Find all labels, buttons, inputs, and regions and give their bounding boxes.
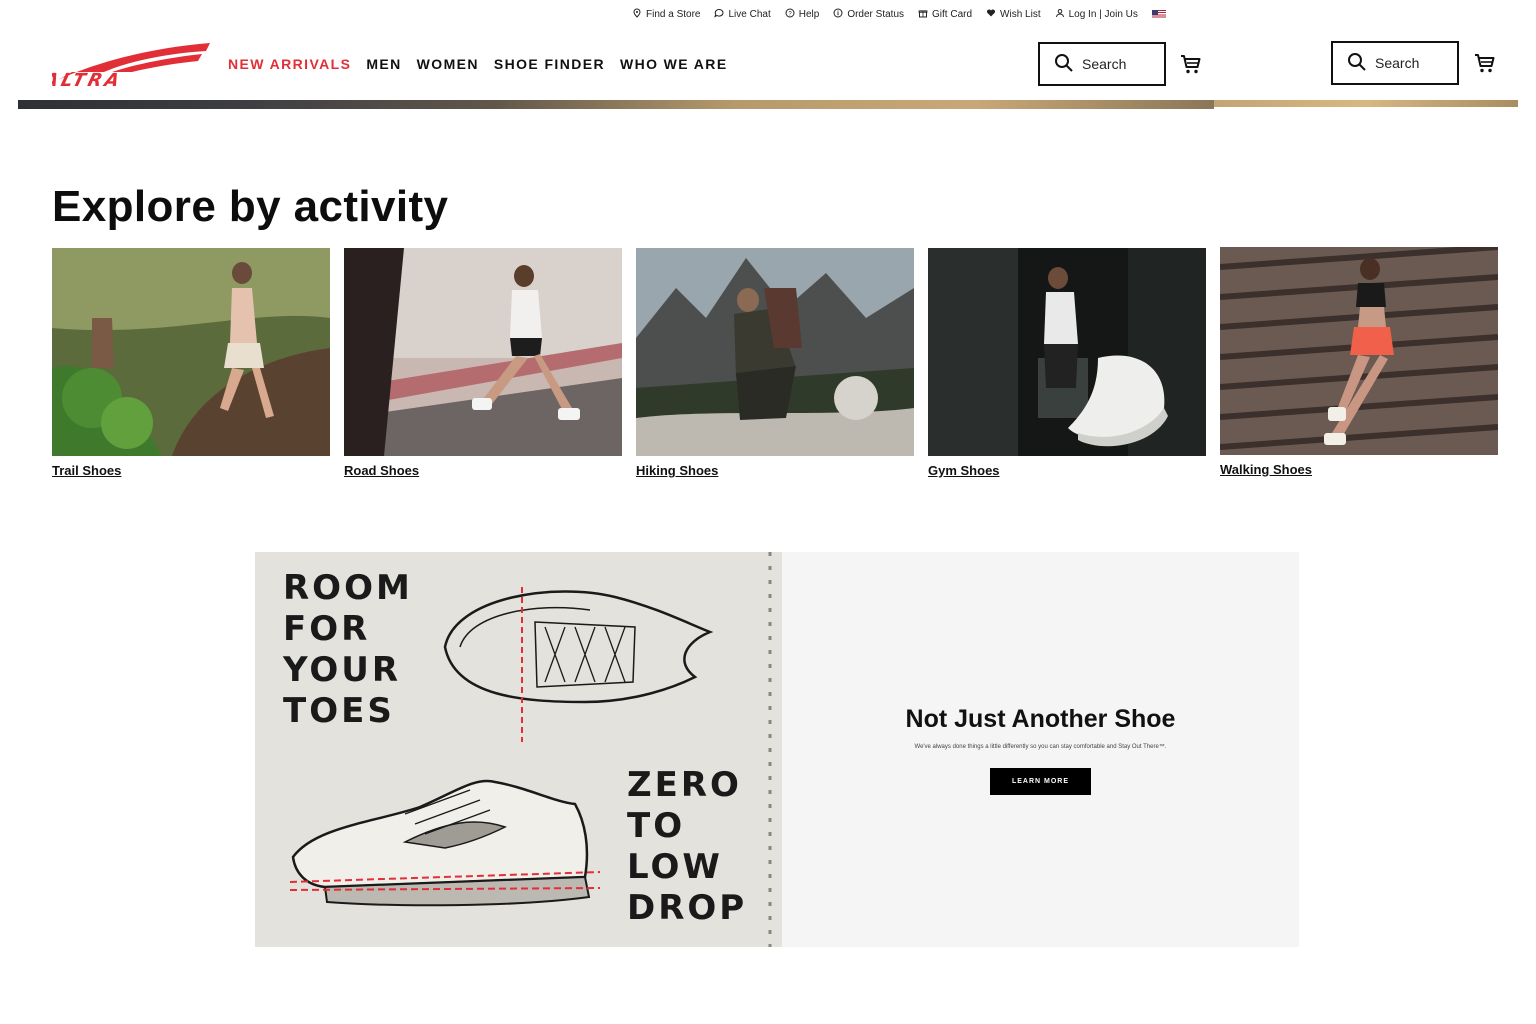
search-icon xyxy=(1054,53,1074,76)
activity-label[interactable]: Road Shoes xyxy=(344,463,622,478)
user-icon xyxy=(1055,8,1065,21)
activity-card-hiking[interactable]: Hiking Shoes xyxy=(636,248,914,478)
search-input[interactable]: Search xyxy=(1038,42,1166,86)
walking-shoes-image xyxy=(1220,247,1498,455)
nav-women[interactable]: WOMEN xyxy=(417,56,479,72)
search-placeholder-secondary: Search xyxy=(1375,55,1420,71)
live-chat-link[interactable]: Live Chat xyxy=(714,8,771,21)
gym-shoes-image xyxy=(928,248,1206,456)
hiking-shoes-image xyxy=(636,248,914,456)
help-label: Help xyxy=(798,9,820,20)
nav-shoe-finder[interactable]: SHOE FINDER xyxy=(494,56,605,72)
hero-image-strip xyxy=(18,100,1214,109)
cart-icon[interactable] xyxy=(1180,53,1202,75)
explore-title: Explore by activity xyxy=(52,182,449,231)
hero-image-strip-secondary xyxy=(1214,100,1518,107)
help-icon: ? xyxy=(785,8,795,21)
feature-illustration: ROOM FOR YOUR TOES ZERO TO LOW DROP xyxy=(255,552,782,947)
order-status-link[interactable]: Order Status xyxy=(833,8,904,21)
feature-heading: Not Just Another Shoe xyxy=(905,704,1176,733)
live-chat-label: Live Chat xyxy=(728,9,771,20)
heart-icon xyxy=(986,8,996,21)
region-selector[interactable] xyxy=(1151,10,1166,19)
feature-subtext: We've always done things a little differ… xyxy=(914,743,1167,750)
zero-to-low-drop-text: ZERO TO LOW DROP xyxy=(627,765,747,929)
feature-word: TOES xyxy=(283,691,395,731)
activity-card-trail[interactable]: Trail Shoes xyxy=(52,248,330,478)
feature-content: Not Just Another Shoe We've always done … xyxy=(782,552,1299,947)
help-link[interactable]: ? Help xyxy=(785,8,820,21)
feature-word: DROP xyxy=(627,888,748,928)
main-nav: NEW ARRIVALS MEN WOMEN SHOE FINDER WHO W… xyxy=(228,56,728,72)
altra-logo[interactable]: ALTRA xyxy=(52,42,214,88)
activity-label[interactable]: Hiking Shoes xyxy=(636,463,914,478)
nav-men[interactable]: MEN xyxy=(366,56,401,72)
activity-card-road[interactable]: Road Shoes xyxy=(344,248,622,478)
activity-label[interactable]: Trail Shoes xyxy=(52,463,330,478)
gift-card-label: Gift Card xyxy=(932,9,973,20)
activity-label[interactable]: Gym Shoes xyxy=(928,463,1206,478)
gift-card-link[interactable]: Gift Card xyxy=(918,8,972,21)
wish-list-label: Wish List xyxy=(1000,9,1041,20)
feature-word: YOUR xyxy=(283,650,402,690)
login-join-label: Log In | Join Us xyxy=(1068,9,1138,20)
search-placeholder: Search xyxy=(1082,56,1127,72)
activity-card-walking[interactable]: Walking Shoes xyxy=(1220,247,1498,477)
gift-icon xyxy=(918,8,928,21)
feature-word: ZERO xyxy=(627,765,742,805)
find-a-store-label: Find a Store xyxy=(646,9,701,20)
search-input-secondary[interactable]: Search xyxy=(1331,41,1459,85)
activity-card-gym[interactable]: Gym Shoes xyxy=(928,248,1206,478)
nav-who-we-are[interactable]: WHO WE ARE xyxy=(620,56,728,72)
room-for-your-toes-text: ROOM FOR YOUR TOES xyxy=(283,568,413,732)
login-join-link[interactable]: Log In | Join Us xyxy=(1055,8,1138,21)
learn-more-button[interactable]: LEARN MORE xyxy=(990,767,1091,795)
cart-icon-secondary[interactable] xyxy=(1474,52,1496,74)
feature-word: ROOM xyxy=(283,568,413,608)
feature-word: TO xyxy=(627,806,686,846)
utility-bar: Find a Store Live Chat ? Help Order Stat… xyxy=(632,8,1166,21)
feature-word: FOR xyxy=(283,609,371,649)
chat-icon xyxy=(714,8,724,21)
order-status-label: Order Status xyxy=(847,9,905,20)
pin-icon xyxy=(632,8,642,21)
find-a-store-link[interactable]: Find a Store xyxy=(632,8,700,21)
search-icon xyxy=(1347,52,1367,75)
nav-new-arrivals[interactable]: NEW ARRIVALS xyxy=(228,56,351,72)
trail-shoes-image xyxy=(52,248,330,456)
activity-label[interactable]: Walking Shoes xyxy=(1220,462,1498,477)
feature-banner: ROOM FOR YOUR TOES ZERO TO LOW DROP Not … xyxy=(255,552,1299,947)
road-shoes-image xyxy=(344,248,622,456)
wish-list-link[interactable]: Wish List xyxy=(986,8,1041,21)
info-icon xyxy=(833,8,843,21)
us-flag-icon xyxy=(1151,10,1166,19)
feature-word: LOW xyxy=(627,847,723,887)
svg-text:ALTRA: ALTRA xyxy=(52,70,124,88)
